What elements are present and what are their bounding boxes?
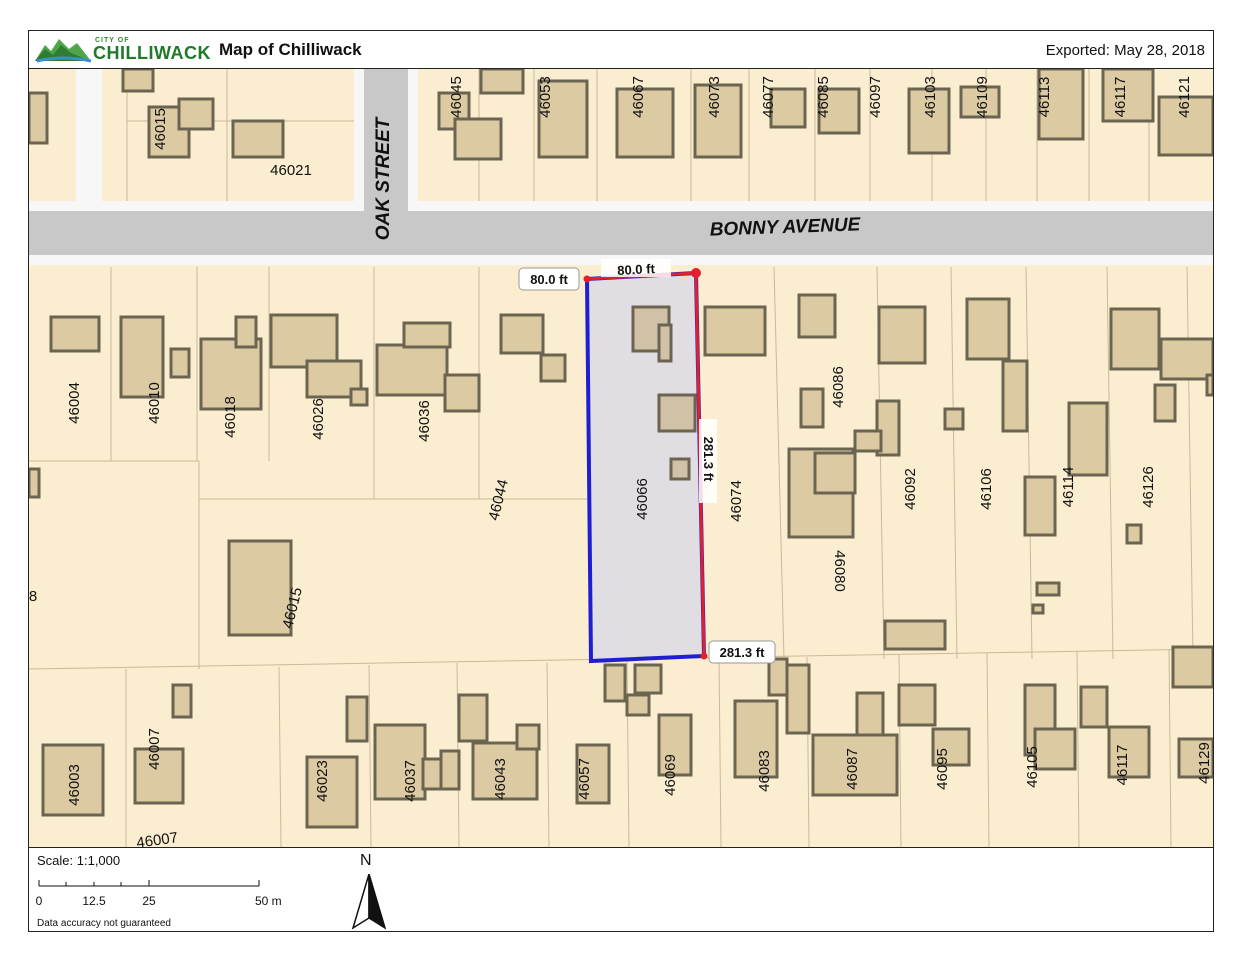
- address-label: 46074: [728, 480, 745, 522]
- bonny-avenue-road: [29, 211, 1213, 255]
- address-label: 46126: [1140, 466, 1157, 508]
- scale-tick: 12.5: [82, 894, 106, 908]
- address-label: 46026: [310, 398, 327, 440]
- oak-street-label: OAK STREET: [373, 116, 394, 240]
- address-label: 46037: [402, 760, 419, 802]
- address-label: 46121: [1176, 76, 1193, 118]
- depth-line-label: 281.3 ft: [701, 437, 716, 482]
- address-label: 46053: [537, 76, 554, 118]
- scale-tick: 25: [142, 894, 156, 908]
- scale-bar: [38, 880, 260, 887]
- scale-tick: 0: [35, 894, 43, 908]
- address-label: 46004: [66, 382, 83, 424]
- address-label: 46129: [1196, 742, 1213, 784]
- address-label: 46087: [844, 748, 861, 790]
- export-date: Exported: May 28, 2018: [1045, 42, 1205, 59]
- address-label: 46003: [66, 764, 83, 806]
- address-label: 46067: [630, 76, 647, 118]
- address-label: 46080: [831, 550, 848, 592]
- address-label: 46021: [270, 162, 312, 179]
- map-footer: Scale: 1:1,000 0 12.5 25 50 m Data accur…: [29, 847, 1213, 931]
- address-label: 46095: [934, 748, 951, 790]
- address-label: 46023: [314, 760, 331, 802]
- address-label: 46113: [1036, 77, 1053, 118]
- map-header: CITY OF CHILLIWACK Map of Chilliwack Exp…: [29, 31, 1213, 69]
- address-label: 46045: [448, 76, 465, 118]
- width-line-label: 80.0 ft: [617, 261, 656, 278]
- address-label: 46103: [922, 76, 939, 118]
- map-canvas[interactable]: 80.0 ft 80.0 ft 281.3 ft 281.3 ft OAK ST…: [29, 69, 1213, 847]
- scale-end-label: 50 m: [255, 894, 282, 908]
- address-label: 46105: [1024, 746, 1041, 788]
- address-label: 46117: [1112, 77, 1129, 118]
- address-label: 46117: [1114, 745, 1131, 786]
- address-label: 46085: [815, 76, 832, 118]
- address-label: 46083: [756, 750, 773, 792]
- address-label: 46092: [902, 468, 919, 510]
- address-label: 46018: [222, 396, 239, 438]
- scale-text: Scale: 1:1,000: [37, 853, 121, 868]
- address-label: 46073: [706, 76, 723, 118]
- north-label: N: [360, 852, 372, 869]
- width-label: 80.0 ft: [530, 272, 568, 287]
- lane: [76, 69, 102, 201]
- address-label: 46109: [974, 76, 991, 118]
- address-label: 46097: [867, 76, 884, 118]
- address-label: 46106: [978, 468, 995, 510]
- address-label: 46015: [152, 108, 169, 150]
- address-label: 8: [29, 588, 37, 605]
- address-label: 46114: [1060, 467, 1077, 508]
- measure-vertex[interactable]: [700, 652, 708, 660]
- map-frame: CITY OF CHILLIWACK Map of Chilliwack Exp…: [28, 30, 1214, 932]
- address-label: 46043: [492, 758, 509, 800]
- address-label: 46057: [576, 758, 593, 800]
- address-label: 46086: [830, 366, 847, 408]
- north-arrow-icon: [351, 874, 387, 930]
- city-logo[interactable]: CITY OF CHILLIWACK: [33, 35, 211, 65]
- depth-label: 281.3 ft: [720, 645, 765, 660]
- address-label: 46069: [662, 754, 679, 796]
- address-label: 46010: [146, 382, 163, 424]
- measure-vertex[interactable]: [691, 268, 701, 278]
- address-label: 46007: [146, 728, 163, 770]
- map-title: Map of Chilliwack: [219, 40, 362, 59]
- address-label: 46036: [416, 400, 433, 442]
- address-label: 46077: [760, 76, 777, 118]
- disclaimer: Data accuracy not guaranteed: [37, 918, 171, 929]
- logo-chilliwack: CHILLIWACK: [93, 43, 211, 63]
- measure-vertex[interactable]: [583, 275, 591, 283]
- subject-address-label: 46066: [634, 478, 651, 520]
- building: [29, 91, 49, 145]
- mountain-logo-icon: [35, 39, 92, 63]
